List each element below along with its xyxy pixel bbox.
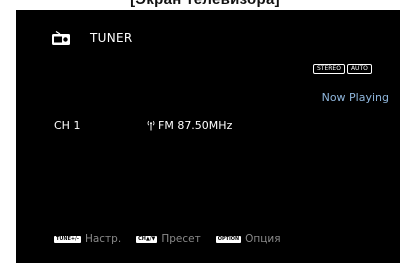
tune-key: TUNE+/- [54,235,81,243]
audio-badges: STEREO AUTO [313,64,372,74]
source-label: TUNER [90,31,133,45]
hint-preset[interactable]: CH▲/▼ Пресет [136,233,201,245]
tune-hint-label: Настр. [84,233,122,245]
auto-badge: AUTO [346,64,372,74]
option-key: OPTION [215,235,242,243]
tuner-icon [52,31,70,45]
now-playing-status: Now Playing [321,91,389,104]
screen-caption: [Экран телевизора] [0,0,410,9]
frequency-display: FM 87.50MHz [147,119,232,132]
stereo-badge: STEREO [313,64,345,74]
button-hints: TUNE+/- Настр. CH▲/▼ Пресет OPTION Опция [54,233,296,245]
frequency-value: FM 87.50MHz [158,119,233,132]
option-hint-label: Опция [245,233,281,245]
hint-tune[interactable]: TUNE+/- Настр. [54,233,121,245]
channel-label: CH 1 [54,119,81,132]
hint-option[interactable]: OPTION Опция [215,233,281,245]
preset-hint-label: Пресет [161,233,201,245]
tv-screen: TUNER STEREO AUTO Now Playing CH 1 FM 87… [16,10,400,263]
antenna-icon [147,120,155,131]
channel-key: CH▲/▼ [136,235,158,243]
